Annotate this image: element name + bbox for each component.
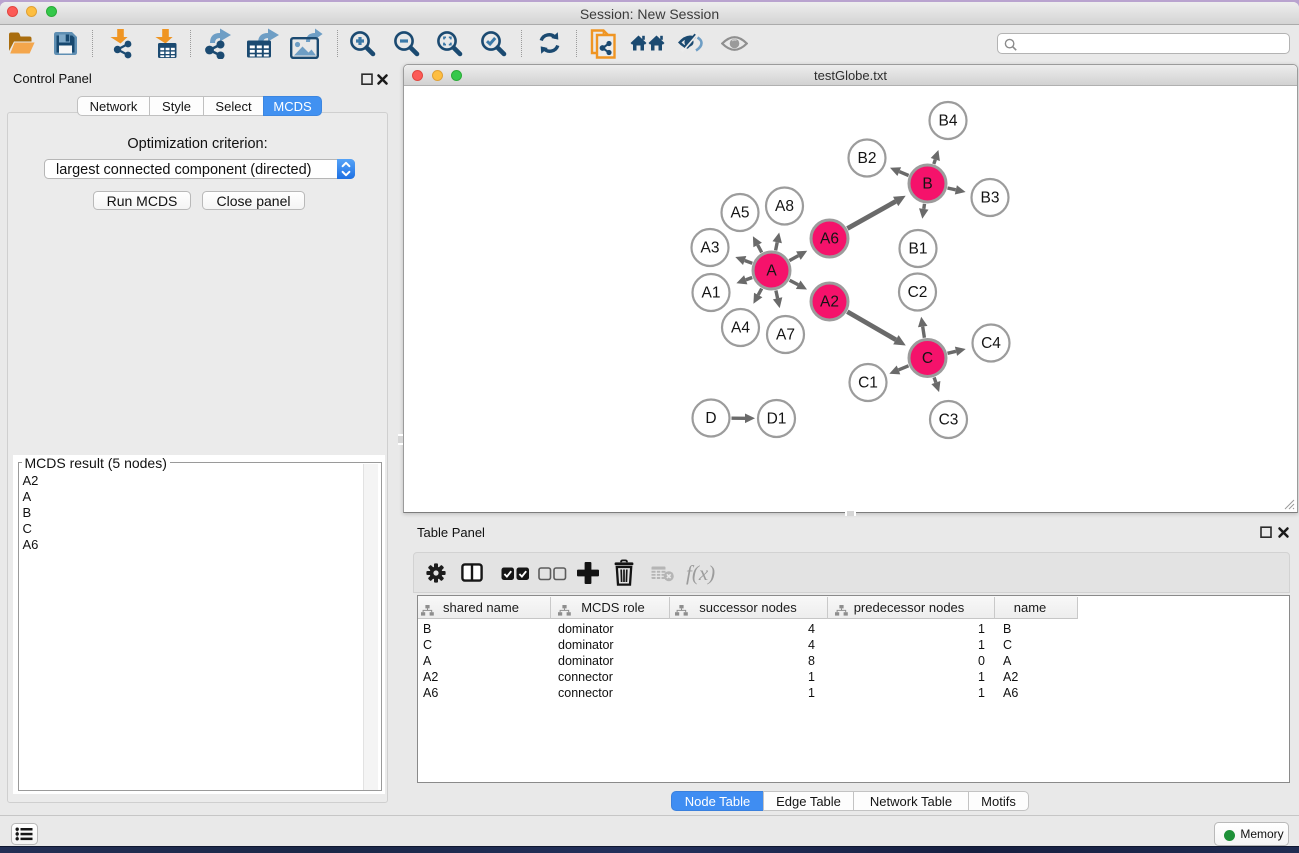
svg-text:B1: B1 [909,241,928,258]
svg-text:A3: A3 [701,240,720,257]
svg-text:D1: D1 [767,411,787,428]
svg-text:A: A [766,263,777,280]
svg-text:A4: A4 [731,320,750,337]
svg-text:A7: A7 [776,327,795,344]
svg-text:A8: A8 [775,198,794,215]
svg-text:D: D [705,410,716,427]
svg-text:A1: A1 [702,285,721,302]
svg-text:C4: C4 [981,335,1001,352]
svg-text:C3: C3 [939,412,959,429]
svg-text:C2: C2 [908,284,928,301]
svg-text:B3: B3 [981,190,1000,207]
svg-text:C1: C1 [858,375,878,392]
svg-text:C: C [922,350,933,367]
svg-text:B2: B2 [858,150,877,167]
svg-text:A6: A6 [820,231,839,248]
svg-text:B: B [922,176,932,193]
svg-text:B4: B4 [939,113,958,130]
svg-text:A2: A2 [820,294,839,311]
svg-text:A5: A5 [731,205,750,222]
